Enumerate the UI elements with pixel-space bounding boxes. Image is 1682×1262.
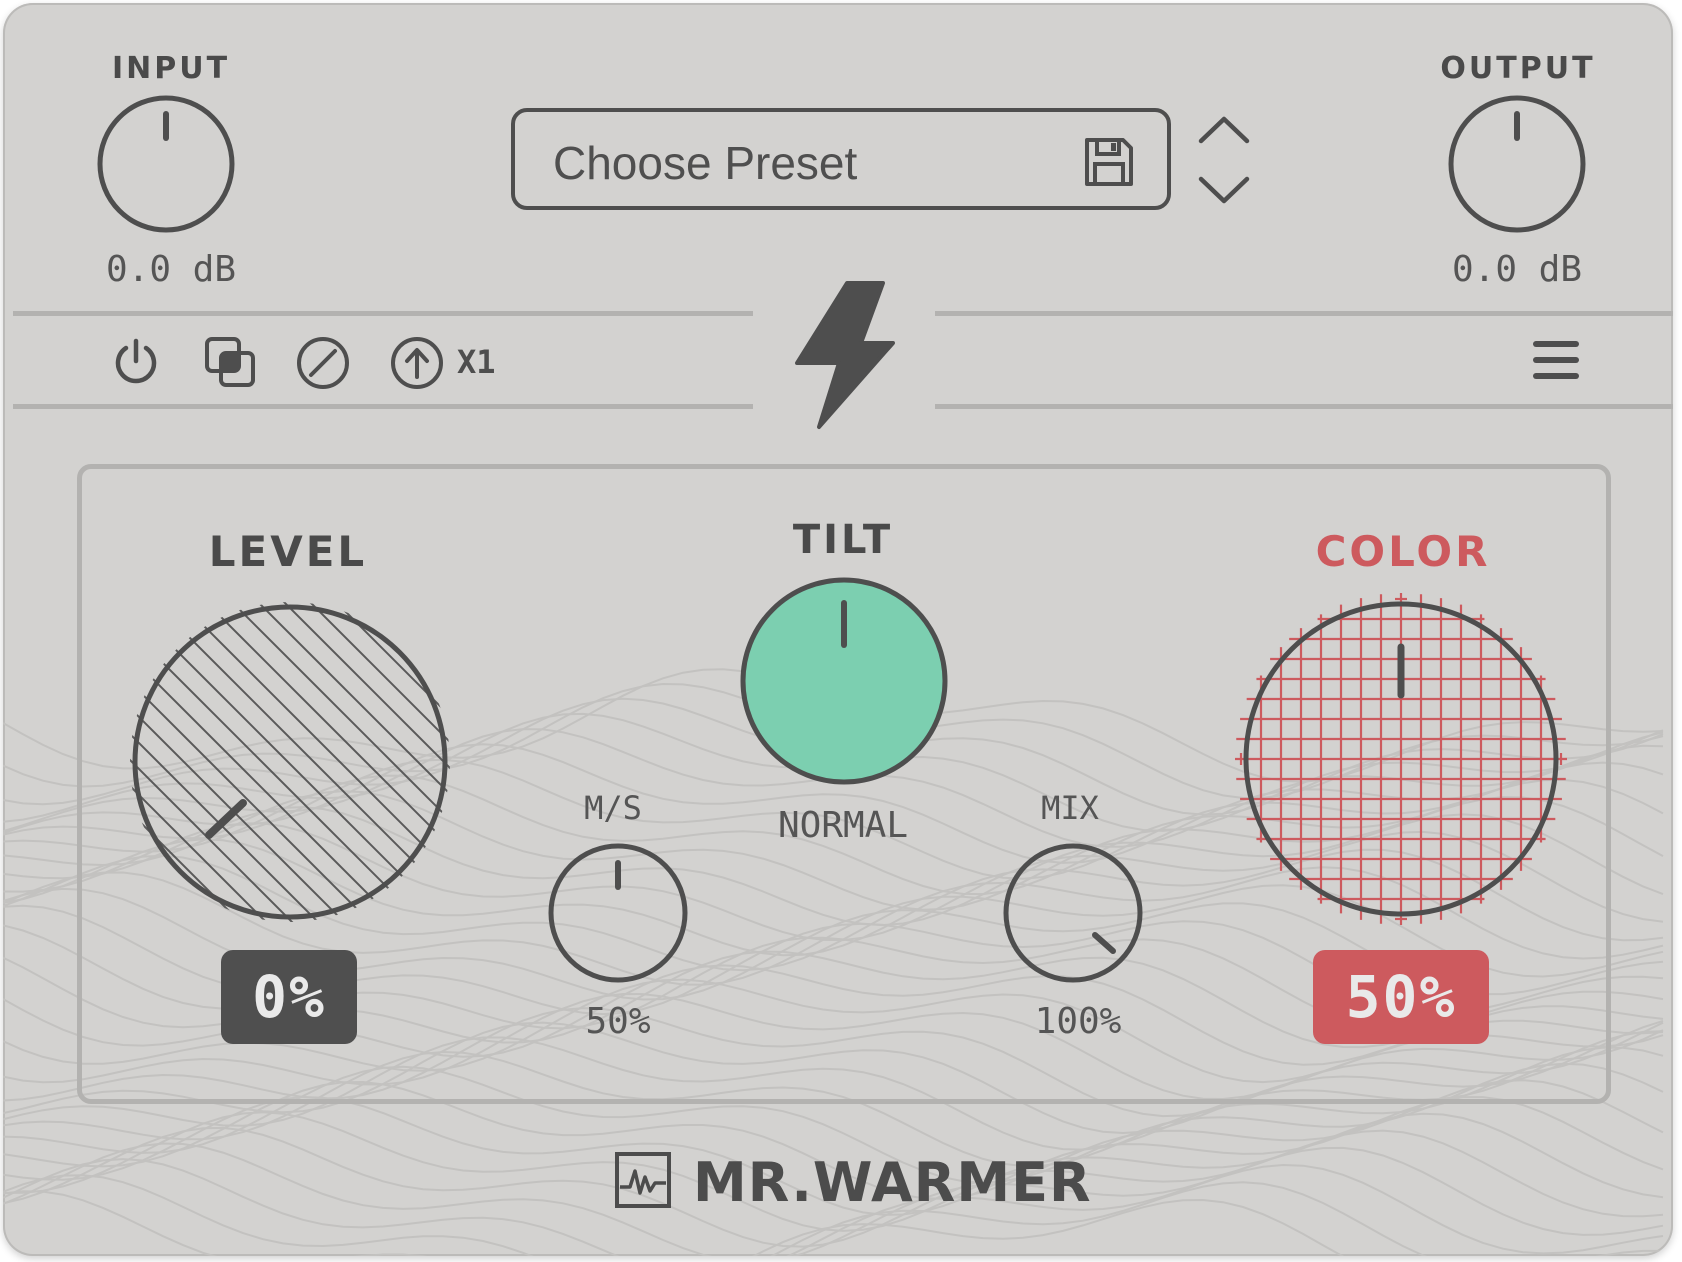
level-value[interactable]: 0% bbox=[221, 950, 357, 1044]
toolbar-rail bbox=[13, 311, 753, 316]
plugin-window: INPUT 0.0 dB OUTPUT 0.0 dB Choose Preset bbox=[3, 3, 1673, 1256]
toolbar-rail bbox=[13, 404, 753, 409]
preset-next-icon[interactable] bbox=[1197, 173, 1251, 209]
output-label: OUTPUT bbox=[1440, 51, 1596, 86]
tilt-knob[interactable] bbox=[738, 575, 950, 787]
power-icon[interactable] bbox=[109, 335, 163, 389]
tilt-label: TILT bbox=[792, 517, 894, 563]
bypass-icon[interactable] bbox=[295, 335, 351, 391]
output-knob[interactable] bbox=[1447, 94, 1587, 234]
ms-knob[interactable] bbox=[546, 841, 690, 985]
mix-knob[interactable] bbox=[1001, 841, 1145, 985]
compare-icon[interactable] bbox=[203, 335, 259, 391]
mix-value: 100% bbox=[1034, 1001, 1122, 1042]
preset-label: Choose Preset bbox=[553, 137, 858, 189]
hatch-line bbox=[354, 602, 450, 922]
hatch-line bbox=[130, 602, 450, 922]
ms-label: M/S bbox=[584, 789, 642, 827]
preset-selector[interactable]: Choose Preset bbox=[511, 108, 1171, 210]
brand-logo-icon bbox=[615, 1152, 671, 1208]
hatch-line bbox=[130, 602, 170, 922]
ms-value: 50% bbox=[585, 1001, 651, 1042]
toolbar-rail bbox=[935, 311, 1673, 316]
preset-prev-icon[interactable] bbox=[1197, 111, 1251, 147]
lightning-icon[interactable] bbox=[789, 279, 901, 431]
input-value: 0.0 dB bbox=[105, 249, 237, 290]
color-value[interactable]: 50% bbox=[1313, 950, 1489, 1044]
level-knob[interactable] bbox=[123, 595, 457, 929]
hatch-line bbox=[406, 602, 450, 922]
input-label: INPUT bbox=[111, 51, 231, 86]
mix-label: MIX bbox=[1041, 789, 1099, 827]
oversampling-label[interactable]: X1 bbox=[457, 343, 496, 381]
level-label: LEVEL bbox=[208, 527, 368, 576]
toolbar-rail bbox=[935, 404, 1673, 409]
menu-icon[interactable] bbox=[1530, 337, 1582, 383]
color-label: COLOR bbox=[1315, 527, 1491, 576]
save-icon[interactable] bbox=[1083, 136, 1135, 188]
output-value: 0.0 dB bbox=[1451, 249, 1583, 290]
upsample-icon[interactable] bbox=[389, 335, 445, 391]
color-knob[interactable] bbox=[1231, 587, 1571, 927]
input-knob[interactable] bbox=[96, 94, 236, 234]
tilt-value: NORMAL bbox=[777, 805, 909, 846]
brand-name: MR.WARMER bbox=[693, 1151, 1092, 1214]
hatch-line bbox=[130, 602, 222, 922]
